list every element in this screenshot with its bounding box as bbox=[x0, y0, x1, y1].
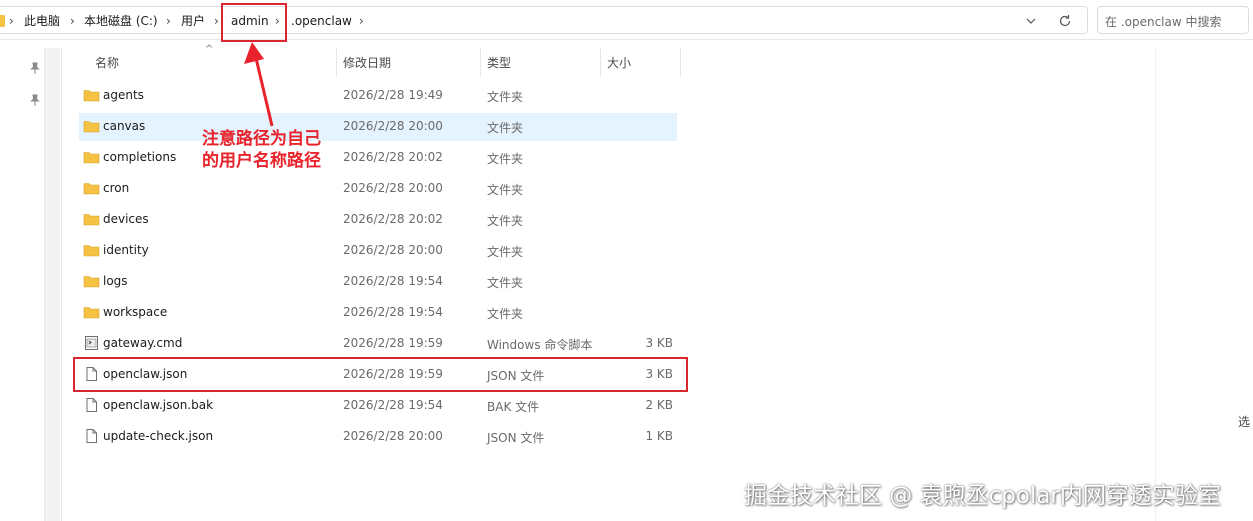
file-row[interactable]: update-check.json 2026/2/28 20:00 JSON 文件 1… bbox=[79, 423, 677, 451]
annotation-line: 的用户名称路径 bbox=[202, 151, 321, 171]
folder-icon bbox=[83, 214, 100, 226]
file-name: devices bbox=[103, 212, 149, 226]
file-row[interactable]: cron 2026/2/28 20:00 文件夹 bbox=[79, 175, 677, 203]
breadcrumb-this-pc[interactable]: 此电脑 bbox=[24, 12, 60, 30]
chevron-right-icon[interactable]: › bbox=[166, 12, 171, 30]
file-type: 文件夹 bbox=[487, 276, 524, 290]
highlight-box-admin bbox=[221, 3, 287, 42]
breadcrumb[interactable]: › 此电脑 › 本地磁盘 (C:) › 用户 › admin › .opencl… bbox=[0, 6, 1088, 34]
file-row[interactable]: devices 2026/2/28 20:02 文件夹 bbox=[79, 206, 677, 234]
pin-icon[interactable] bbox=[28, 61, 42, 75]
preview-divider bbox=[1155, 48, 1156, 521]
file-modified: 2026/2/28 20:00 bbox=[343, 429, 443, 443]
file-row[interactable]: workspace 2026/2/28 19:54 文件夹 bbox=[79, 299, 677, 327]
file-name: completions bbox=[103, 150, 177, 164]
file-name: identity bbox=[103, 243, 149, 257]
breadcrumb-users[interactable]: 用户 bbox=[181, 12, 205, 30]
search-placeholder: 在 .openclaw 中搜索 bbox=[1105, 15, 1222, 29]
navigation-scrollbar[interactable] bbox=[44, 48, 60, 521]
file-type: BAK 文件 bbox=[487, 400, 540, 414]
breadcrumb-local-disk[interactable]: 本地磁盘 (C:) bbox=[84, 12, 158, 30]
file-modified: 2026/2/28 19:54 bbox=[343, 398, 443, 412]
column-divider[interactable] bbox=[336, 48, 337, 76]
folder-icon bbox=[83, 121, 100, 133]
file-type: 文件夹 bbox=[487, 307, 524, 321]
file-name: cron bbox=[103, 181, 130, 195]
folder-icon bbox=[83, 276, 100, 288]
script-file-icon bbox=[85, 336, 98, 350]
chevron-down-icon[interactable] bbox=[1022, 13, 1040, 29]
file-modified: 2026/2/28 20:00 bbox=[343, 181, 443, 195]
annotation-text: 注意路径为自己 的用户名称路径 bbox=[202, 128, 352, 172]
file-row[interactable]: completions 2026/2/28 20:02 文件夹 bbox=[79, 144, 677, 172]
column-header-name[interactable]: 名称 bbox=[95, 48, 119, 78]
folder-icon bbox=[83, 90, 100, 102]
folder-icon bbox=[83, 183, 100, 195]
file-name: logs bbox=[103, 274, 128, 288]
file-type: 文件夹 bbox=[487, 183, 524, 197]
arrow-icon bbox=[244, 42, 274, 127]
file-modified: 2026/2/28 20:02 bbox=[343, 212, 443, 226]
chevron-right-icon[interactable]: › bbox=[70, 12, 75, 30]
folder-icon bbox=[83, 152, 100, 164]
file-name: update-check.json bbox=[103, 429, 214, 443]
file-row[interactable]: logs 2026/2/28 19:54 文件夹 bbox=[79, 268, 677, 296]
file-modified: 2026/2/28 19:49 bbox=[343, 88, 443, 102]
side-label: 选 bbox=[1238, 415, 1251, 429]
search-input[interactable]: 在 .openclaw 中搜索 bbox=[1097, 6, 1249, 34]
file-row[interactable]: gateway.cmd 2026/2/28 19:59 Windows 命令脚本 3 … bbox=[79, 330, 677, 358]
file-type: 文件夹 bbox=[487, 90, 524, 104]
annotation-line: 注意路径为自己 bbox=[202, 129, 321, 149]
highlight-box-openclaw-json bbox=[73, 357, 688, 392]
file-name: canvas bbox=[103, 119, 146, 133]
file-row[interactable]: canvas 2026/2/28 20:00 文件夹 bbox=[79, 113, 677, 141]
file-type: JSON 文件 bbox=[487, 431, 545, 445]
file-type: 文件夹 bbox=[487, 121, 524, 135]
file-row[interactable]: openclaw.json.bak 2026/2/28 19:54 BAK 文件 2 … bbox=[79, 392, 677, 420]
file-modified: 2026/2/28 19:54 bbox=[343, 274, 443, 288]
column-header-modified[interactable]: 修改日期 bbox=[343, 48, 391, 78]
file-type: Windows 命令脚本 bbox=[487, 338, 593, 352]
column-divider[interactable] bbox=[600, 48, 601, 76]
column-header-type[interactable]: 类型 bbox=[487, 48, 511, 78]
file-name: openclaw.json.bak bbox=[103, 398, 214, 412]
file-type: 文件夹 bbox=[487, 214, 524, 228]
file-modified: 2026/2/28 20:00 bbox=[343, 119, 443, 133]
watermark: 掘金技术社区 @ 袁煦丞cpolar内网穿透实验室 bbox=[744, 483, 1221, 509]
file-icon bbox=[86, 398, 97, 412]
file-name: workspace bbox=[103, 305, 168, 319]
column-divider[interactable] bbox=[480, 48, 481, 76]
file-modified: 2026/2/28 20:00 bbox=[343, 243, 443, 257]
breadcrumb-openclaw[interactable]: .openclaw bbox=[291, 12, 352, 30]
chevron-right-icon[interactable]: › bbox=[359, 12, 364, 30]
file-type: 文件夹 bbox=[487, 245, 524, 259]
file-name: gateway.cmd bbox=[103, 336, 183, 350]
file-size: 1 KB bbox=[645, 429, 673, 443]
file-name: agents bbox=[103, 88, 144, 102]
folder-icon bbox=[83, 245, 100, 257]
chevron-right-icon[interactable]: › bbox=[214, 12, 219, 30]
folder-icon bbox=[0, 15, 5, 27]
file-size: 2 KB bbox=[645, 398, 673, 412]
folder-icon bbox=[83, 307, 100, 319]
file-icon bbox=[86, 429, 97, 443]
file-size: 3 KB bbox=[645, 336, 673, 350]
pane-divider[interactable] bbox=[61, 48, 62, 521]
column-header-size[interactable]: 大小 bbox=[607, 48, 631, 78]
address-bar: › 此电脑 › 本地磁盘 (C:) › 用户 › admin › .opencl… bbox=[0, 0, 1253, 40]
file-modified: 2026/2/28 19:54 bbox=[343, 305, 443, 319]
column-divider[interactable] bbox=[680, 48, 681, 76]
file-row[interactable]: agents 2026/2/28 19:49 文件夹 bbox=[79, 82, 677, 110]
sort-up-icon: ^ bbox=[205, 44, 214, 55]
pin-icon[interactable] bbox=[28, 93, 42, 107]
chevron-right-icon[interactable]: › bbox=[9, 12, 14, 30]
file-modified: 2026/2/28 20:02 bbox=[343, 150, 443, 164]
file-modified: 2026/2/28 19:59 bbox=[343, 336, 443, 350]
file-type: 文件夹 bbox=[487, 152, 524, 166]
refresh-icon[interactable] bbox=[1056, 12, 1074, 30]
file-row[interactable]: identity 2026/2/28 20:00 文件夹 bbox=[79, 237, 677, 265]
